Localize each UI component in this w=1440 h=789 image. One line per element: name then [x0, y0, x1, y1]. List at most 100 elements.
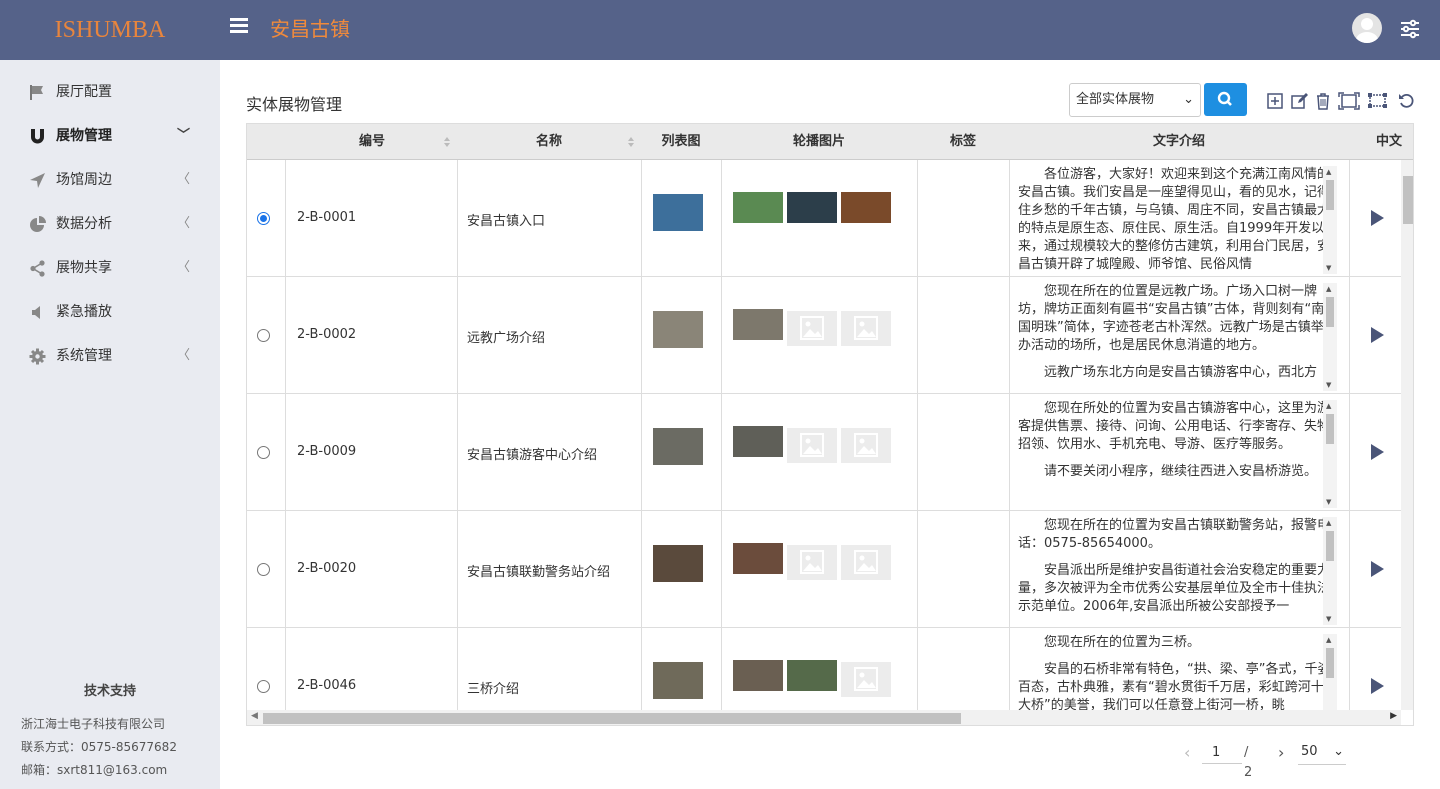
row-select-radio[interactable]	[257, 680, 270, 693]
scroll-left-icon[interactable]: ◀	[251, 711, 258, 721]
scrollbar-thumb[interactable]	[1326, 297, 1334, 327]
image-placeholder-icon[interactable]	[841, 311, 891, 346]
page-size-select[interactable]: 50 ⌄	[1298, 741, 1346, 765]
carousel-image[interactable]	[787, 192, 837, 223]
cell-divider	[1009, 394, 1010, 511]
sort-icon[interactable]	[627, 137, 635, 147]
logo[interactable]: ISHUMBA	[0, 0, 220, 60]
carousel-image[interactable]	[733, 660, 783, 691]
delete-icon[interactable]	[1314, 92, 1332, 110]
cell-divider	[1349, 277, 1350, 394]
sliders-icon[interactable]	[1400, 19, 1420, 39]
scroll-up-icon[interactable]: ▲	[1326, 519, 1331, 527]
scroll-down-icon[interactable]: ▼	[1326, 498, 1331, 506]
cell-divider	[285, 160, 286, 277]
table-row[interactable]: 2-B-0002 远教广场介绍 您现在所在的位置是远教广场。广场入口树一牌坊，牌坊正…	[247, 277, 1413, 394]
carousel-image[interactable]	[841, 192, 891, 223]
column-header-list-image: 列表图	[641, 124, 721, 160]
carousel-image[interactable]	[733, 426, 783, 457]
carousel-image[interactable]	[733, 543, 783, 574]
edit-icon[interactable]	[1290, 92, 1308, 110]
carousel-image[interactable]	[733, 192, 783, 223]
row-select-radio[interactable]	[257, 329, 270, 342]
scroll-right-icon[interactable]: ▶	[1390, 711, 1397, 721]
image-placeholder-icon[interactable]	[787, 545, 837, 580]
sidebar-item-hall-config[interactable]: 展厅配置	[0, 70, 220, 114]
scrollbar-thumb[interactable]	[1326, 180, 1334, 210]
cell-divider	[641, 511, 642, 628]
fit-screen-icon[interactable]	[1338, 92, 1360, 110]
image-placeholder-icon[interactable]	[841, 428, 891, 463]
cell-divider	[721, 160, 722, 277]
list-image[interactable]	[653, 662, 703, 699]
scroll-up-icon[interactable]: ▲	[1326, 636, 1331, 644]
search-button[interactable]	[1204, 83, 1247, 116]
table-horizontal-scrollbar[interactable]: ◀ ▶	[247, 710, 1401, 725]
scroll-up-icon[interactable]: ▲	[1326, 402, 1331, 410]
table-row[interactable]: 2-B-0001 安昌古镇入口 各位游客，大家好！欢迎来到这个充满江南风情的安昌古镇…	[247, 160, 1413, 277]
image-placeholder-icon[interactable]	[841, 662, 891, 697]
image-placeholder-icon[interactable]	[787, 428, 837, 463]
description-scrollbar[interactable]: ▲▼	[1323, 166, 1337, 274]
carousel-image[interactable]	[787, 660, 837, 691]
select-area-icon[interactable]	[1366, 92, 1390, 110]
image-placeholder-icon[interactable]	[787, 311, 837, 346]
play-icon[interactable]	[1371, 678, 1384, 694]
description-scrollbar[interactable]: ▲▼	[1323, 283, 1337, 391]
scrollbar-thumb[interactable]	[263, 713, 961, 724]
pie-chart-icon	[30, 216, 46, 232]
scrollbar-thumb[interactable]	[1403, 176, 1413, 224]
sidebar-item-exhibit-management[interactable]: 展物管理 ﹀	[0, 114, 220, 158]
list-image[interactable]	[653, 545, 703, 582]
row-select-radio[interactable]	[257, 563, 270, 576]
description-scrollbar[interactable]: ▲▼	[1323, 517, 1337, 625]
row-select-radio[interactable]	[257, 446, 270, 459]
row-select-radio[interactable]	[257, 212, 270, 225]
row-name: 三桥介绍	[467, 682, 520, 697]
avatar[interactable]	[1352, 13, 1382, 43]
next-page-icon[interactable]: ›	[1278, 743, 1284, 762]
refresh-icon[interactable]	[1398, 92, 1416, 110]
menu-toggle-icon[interactable]	[230, 18, 250, 38]
column-header-name[interactable]: 名称	[457, 124, 641, 160]
scroll-down-icon[interactable]: ▼	[1326, 615, 1331, 623]
sidebar-item-exhibit-sharing[interactable]: 展物共享 〈	[0, 246, 220, 290]
list-image[interactable]	[653, 428, 703, 465]
cell-divider	[1349, 160, 1350, 277]
list-image[interactable]	[653, 311, 703, 348]
row-name: 安昌古镇游客中心介绍	[467, 448, 598, 463]
scrollbar-thumb[interactable]	[1326, 531, 1334, 561]
sidebar-item-data-analysis[interactable]: 数据分析 〈	[0, 202, 220, 246]
list-image[interactable]	[653, 194, 703, 231]
sidebar-item-system-management[interactable]: 系统管理 〈	[0, 334, 220, 378]
table-row[interactable]: 2-B-0020 安昌古镇联勤警务站介绍 您现在所在的位置为安昌古镇联勤警务站，报警…	[247, 511, 1413, 628]
support-title: 技术支持	[83, 684, 136, 699]
cell-divider	[641, 277, 642, 394]
cell-divider	[285, 394, 286, 511]
table-vertical-scrollbar[interactable]	[1401, 160, 1413, 710]
play-icon[interactable]	[1371, 561, 1384, 577]
scroll-down-icon[interactable]: ▼	[1326, 381, 1331, 389]
image-placeholder-icon[interactable]	[841, 545, 891, 580]
carousel-image[interactable]	[733, 309, 783, 340]
scrollbar-thumb[interactable]	[1326, 648, 1334, 678]
scroll-up-icon[interactable]: ▲	[1326, 285, 1331, 293]
table-row[interactable]: 2-B-0009 安昌古镇游客中心介绍 您现在所处的位置为安昌古镇游客中心，这里为游…	[247, 394, 1413, 511]
description-scrollbar[interactable]: ▲▼	[1323, 400, 1337, 508]
row-code: 2-B-0001	[297, 210, 357, 225]
column-header-code[interactable]: 编号	[287, 124, 457, 160]
scroll-up-icon[interactable]: ▲	[1326, 168, 1331, 176]
exhibit-filter-select[interactable]: 全部实体展物 ⌄	[1069, 83, 1201, 117]
add-icon[interactable]	[1266, 92, 1284, 110]
play-icon[interactable]	[1371, 444, 1384, 460]
prev-page-icon[interactable]: ‹	[1184, 743, 1190, 762]
play-icon[interactable]	[1371, 210, 1384, 226]
play-icon[interactable]	[1371, 327, 1384, 343]
scrollbar-thumb[interactable]	[1326, 414, 1334, 444]
current-page-input[interactable]: 1	[1202, 742, 1242, 764]
sidebar-item-label: 展物共享	[56, 260, 112, 276]
scroll-down-icon[interactable]: ▼	[1326, 264, 1331, 272]
sidebar-item-emergency-broadcast[interactable]: 紧急播放	[0, 290, 220, 334]
sidebar-item-venue-surroundings[interactable]: 场馆周边 〈	[0, 158, 220, 202]
sort-icon[interactable]	[443, 137, 451, 147]
